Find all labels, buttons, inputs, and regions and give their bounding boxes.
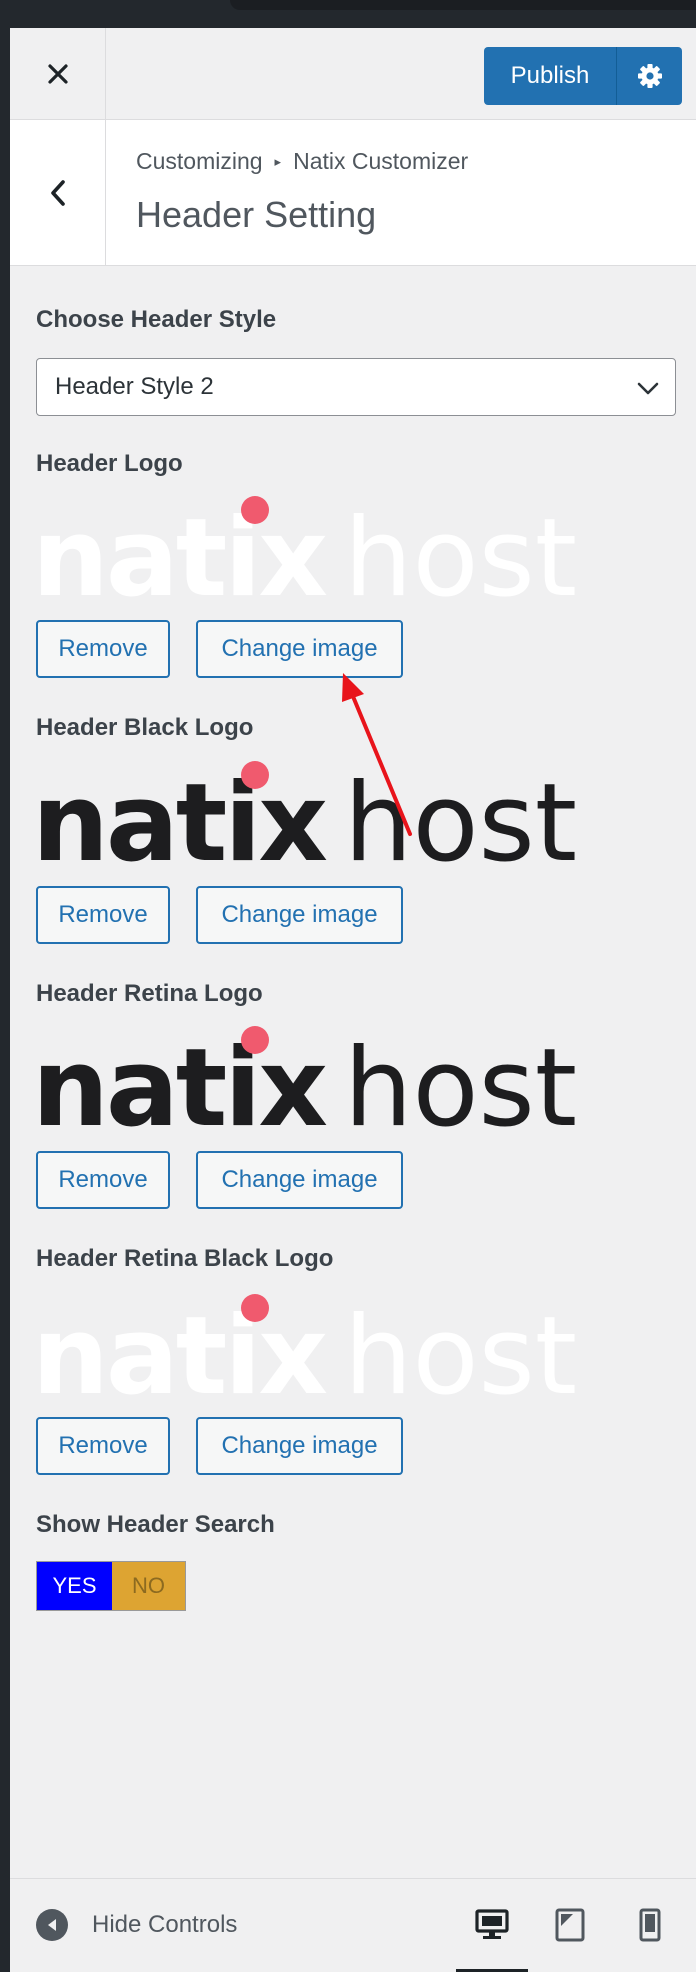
header-logo-label: Header Logo (36, 450, 183, 477)
publish-button-group: Publish (484, 47, 682, 105)
gear-icon (637, 64, 662, 88)
logo-dot (241, 1294, 269, 1322)
hide-controls-label: Hide Controls (92, 1911, 238, 1938)
logo-wordmark-light: host (344, 1294, 577, 1398)
logo-dot (241, 761, 269, 789)
logo-wordmark-light: host (344, 761, 577, 865)
preview-edge (0, 28, 10, 1972)
header-logo-image: natix host (32, 496, 577, 600)
show-header-search-label: Show Header Search (36, 1511, 275, 1538)
logo-wordmark-bold: natix (32, 496, 327, 600)
chevron-left-icon (50, 180, 65, 206)
device-mobile-button[interactable] (630, 1905, 670, 1945)
toggle-no-option[interactable]: NO (112, 1562, 185, 1610)
section-header: Customizing ▸ Natix Customizer Header Se… (10, 120, 696, 266)
section-title: Header Setting (136, 194, 377, 235)
breadcrumb-root: Customizing (136, 148, 263, 174)
breadcrumb-separator: ▸ (274, 153, 282, 169)
header-black-logo-remove-button[interactable]: Remove (36, 886, 170, 944)
collapse-icon (36, 1909, 68, 1941)
header-retina-logo-change-image-button[interactable]: Change image (196, 1151, 403, 1209)
header-retina-logo-label: Header Retina Logo (36, 980, 263, 1007)
header-retina-logo-remove-button[interactable]: Remove (36, 1151, 170, 1209)
logo-wordmark-light: host (344, 496, 577, 600)
back-button[interactable] (10, 120, 106, 266)
breadcrumb-child: Natix Customizer (293, 148, 469, 174)
close-icon (47, 64, 68, 84)
publish-button[interactable]: Publish (484, 47, 616, 105)
logo-wordmark-bold: natix (32, 761, 327, 865)
customizer-header: Publish (10, 28, 696, 120)
device-desktop-button[interactable] (456, 1905, 528, 1972)
header-retina-black-logo-label: Header Retina Black Logo (36, 1245, 334, 1272)
hide-controls-button[interactable]: Hide Controls (36, 1909, 237, 1941)
close-customizer-button[interactable] (10, 28, 106, 120)
publish-settings-button[interactable] (616, 47, 682, 105)
desktop-icon (475, 1909, 509, 1939)
header-retina-black-logo-change-image-button[interactable]: Change image (196, 1417, 403, 1475)
customizer-footer: Hide Controls (10, 1878, 696, 1972)
header-logo-change-image-button[interactable]: Change image (196, 620, 403, 678)
tablet-icon (555, 1908, 585, 1942)
header-retina-black-logo-remove-button[interactable]: Remove (36, 1417, 170, 1475)
header-style-select[interactable]: Header Style 2 (36, 358, 676, 416)
toggle-yes-option[interactable]: YES (37, 1562, 112, 1610)
header-retina-logo-image: natix host (32, 1026, 577, 1130)
logo-dot (241, 1026, 269, 1054)
logo-wordmark-light: host (344, 1026, 577, 1130)
logo-wordmark-bold: natix (32, 1026, 327, 1130)
header-retina-black-logo-image: natix host (32, 1294, 577, 1398)
header-style-value: Header Style 2 (55, 373, 214, 400)
header-black-logo-change-image-button[interactable]: Change image (196, 886, 403, 944)
browser-top-strip (0, 0, 696, 28)
header-black-logo-image: natix host (32, 761, 577, 865)
mobile-icon (639, 1908, 661, 1942)
header-style-label: Choose Header Style (36, 306, 277, 333)
chevron-down-icon (637, 382, 659, 395)
header-logo-remove-button[interactable]: Remove (36, 620, 170, 678)
device-tablet-button[interactable] (550, 1905, 590, 1945)
breadcrumb: Customizing ▸ Natix Customizer (136, 148, 468, 175)
logo-wordmark-bold: natix (32, 1294, 327, 1398)
header-black-logo-label: Header Black Logo (36, 714, 254, 741)
logo-dot (241, 496, 269, 524)
show-header-search-toggle[interactable]: YES NO (36, 1561, 186, 1611)
